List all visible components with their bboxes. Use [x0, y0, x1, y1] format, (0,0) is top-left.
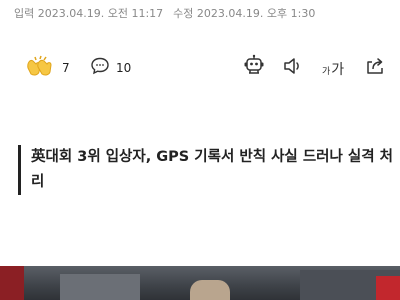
comment-bubble-icon: [90, 56, 110, 79]
modified-label: 수정: [173, 7, 194, 20]
modified-date: 수정 2023.04.19. 오후 1:30: [173, 5, 315, 21]
listen-button[interactable]: [280, 55, 306, 81]
clapping-hands-icon: [24, 54, 56, 81]
font-size-large-glyph: 가: [331, 62, 345, 78]
published-date: 입력 2023.04.19. 오전 11:17: [14, 5, 163, 21]
speaker-icon: [282, 55, 304, 81]
published-time: 2023.04.19. 오전 11:17: [37, 7, 164, 20]
robot-icon: [242, 54, 266, 82]
comment-count: 10: [116, 60, 132, 75]
published-label: 입력: [14, 7, 35, 20]
share-icon: [364, 55, 386, 81]
font-size-button[interactable]: 가 가: [322, 55, 344, 81]
reaction-button[interactable]: 7: [24, 54, 70, 81]
article-action-bar: 7 10 가 가: [0, 48, 400, 88]
reaction-count: 7: [62, 60, 70, 75]
article-headline: 英대회 3위 입상자, GPS 기록서 반칙 사실 드러나 실격 처리: [18, 145, 400, 195]
robot-summary-button[interactable]: [241, 54, 267, 82]
modified-time: 2023.04.19. 오후 1:30: [196, 7, 316, 20]
share-button[interactable]: [362, 55, 388, 81]
font-size-small-glyph: 가: [322, 67, 331, 77]
article-dateline: 입력 2023.04.19. 오전 11:17 수정 2023.04.19. 오…: [14, 5, 315, 21]
comment-button[interactable]: 10: [90, 54, 131, 81]
article-photo: [0, 266, 400, 300]
